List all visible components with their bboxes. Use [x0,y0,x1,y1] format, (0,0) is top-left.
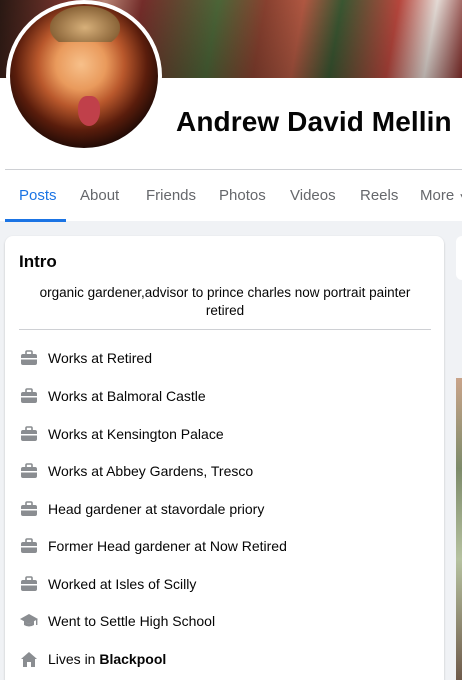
briefcase-icon [19,348,39,368]
avatar-tongue [78,96,100,126]
briefcase-icon [19,499,39,519]
tab-videos[interactable]: Videos [290,170,336,222]
profile-name: Andrew David Mellin [176,106,452,137]
intro-item-text: Works at Abbey Gardens, Tresco [48,463,254,479]
tab-photos[interactable]: Photos [219,170,266,222]
lives-in-city-link[interactable]: Blackpool [99,651,166,667]
intro-item-text: Former Head gardener at Now Retired [48,538,287,554]
intro-item-education[interactable]: Went to Settle High School [19,609,431,633]
intro-item-text: Lives in Blackpool [48,651,166,667]
intro-item-work[interactable]: Works at Kensington Palace [19,422,431,446]
graduation-cap-icon [19,611,39,631]
tab-more[interactable]: More▼ [420,170,462,222]
intro-item-text: Went to Settle High School [48,613,216,629]
profile-tabs: Posts About Friends Photos Videos Reels … [0,170,462,222]
side-photo-edge [456,378,462,680]
home-icon [19,649,39,669]
tab-reels[interactable]: Reels [360,170,398,222]
intro-item-work[interactable]: Works at Retired [19,346,431,370]
intro-bio: organic gardener,advisor to prince charl… [39,285,411,318]
briefcase-icon [19,536,39,556]
intro-item-text: Works at Kensington Palace [48,426,224,442]
briefcase-icon [19,386,39,406]
briefcase-icon [19,424,39,444]
intro-item-work[interactable]: Works at Balmoral Castle [19,384,431,408]
tab-friends[interactable]: Friends [146,170,196,222]
tab-about[interactable]: About [80,170,119,222]
intro-item-work[interactable]: Worked at Isles of Scilly [19,572,431,596]
briefcase-icon [19,574,39,594]
intro-title: Intro [19,252,57,271]
intro-divider [19,329,431,330]
intro-item-text: Head gardener at stavordale priory [48,501,265,517]
avatar[interactable] [6,0,162,152]
intro-item-work[interactable]: Works at Abbey Gardens, Tresco [19,459,431,483]
tab-posts[interactable]: Posts [19,170,57,222]
intro-item-work[interactable]: Former Head gardener at Now Retired [19,534,431,558]
intro-item-work[interactable]: Head gardener at stavordale priory [19,497,431,521]
intro-item-location[interactable]: Lives in Blackpool [19,647,431,671]
intro-item-text: Works at Balmoral Castle [48,388,206,404]
active-tab-indicator [5,219,66,222]
tab-more-label: More [420,187,455,204]
avatar-hair [50,6,120,42]
lives-in-prefix: Lives in [48,651,100,667]
intro-item-text: Works at Retired [48,350,152,366]
chevron-down-icon: ▼ [458,192,462,203]
briefcase-icon [19,461,39,481]
intro-item-text: Worked at Isles of Scilly [48,576,197,592]
side-panel-edge [456,236,462,280]
intro-card: Intro organic gardener,advisor to prince… [5,236,444,680]
